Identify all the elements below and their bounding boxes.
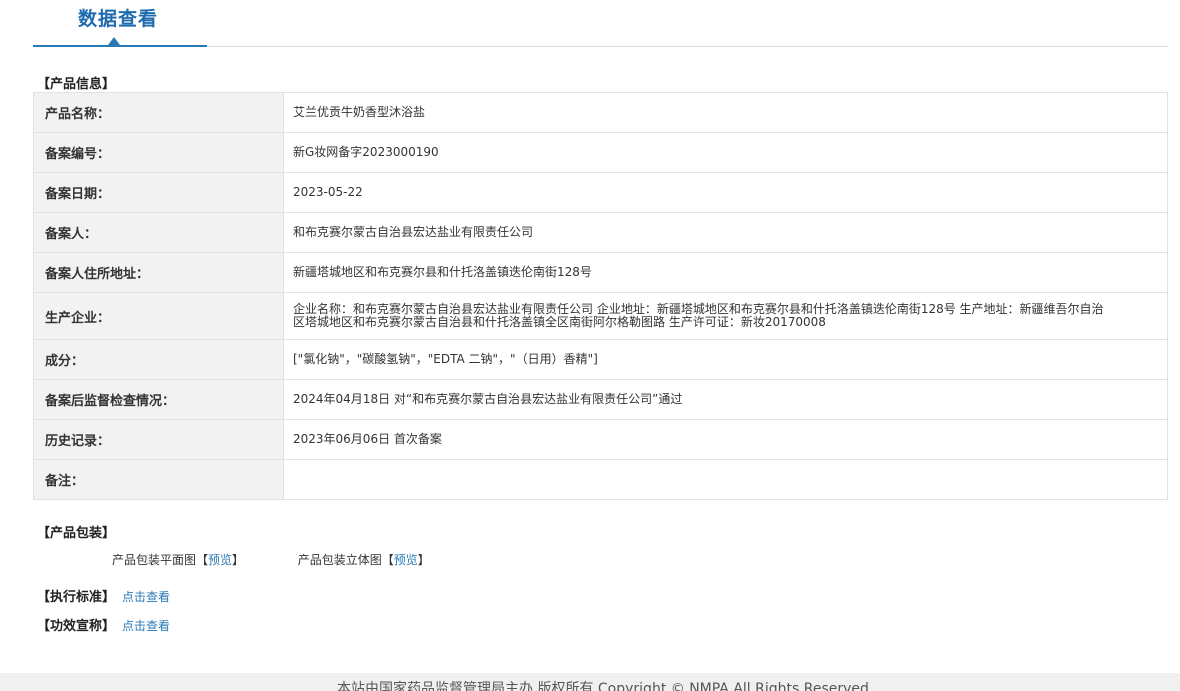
- tab-header: 数据查看: [33, 0, 1168, 47]
- row-value: 2023-05-22: [283, 172, 1168, 213]
- footer-copyright: 本站由国家药品监督管理局主办 版权所有 Copyright © NMPA All…: [337, 681, 869, 691]
- section-title-product-info: 【产品信息】: [37, 77, 116, 92]
- row-label: 备案日期：: [33, 172, 284, 213]
- row-value: [283, 459, 1168, 500]
- packaging-flat-preview-link[interactable]: 预览: [208, 551, 232, 568]
- packaging-flat-label: 产品包装平面图: [112, 553, 197, 567]
- row-label: 备案后监督检查情况：: [33, 379, 284, 420]
- tab-caret-icon: [108, 37, 120, 45]
- row-label: 备案编号：: [33, 132, 284, 173]
- row-value: 2023年06月06日 首次备案: [283, 419, 1168, 460]
- standard-row: 【执行标准】 点击查看: [37, 586, 170, 605]
- footer: 本站由国家药品监督管理局主办 版权所有 Copyright © NMPA All…: [0, 673, 1180, 691]
- table-row: 成分： ["氯化钠"，"碳酸氢钠"，"EDTA 二钠"，"（日用）香精"]: [33, 339, 1168, 380]
- bracket-open: 【: [381, 553, 394, 567]
- efficacy-view-link[interactable]: 点击查看: [122, 619, 170, 633]
- row-label: 备案人：: [33, 212, 284, 253]
- row-value: ["氯化钠"，"碳酸氢钠"，"EDTA 二钠"，"（日用）香精"]: [283, 339, 1168, 380]
- row-value: 企业名称：和布克赛尔蒙古自治县宏达盐业有限责任公司 企业地址：新疆塔城地区和布克…: [283, 292, 1168, 340]
- packaging-row: 产品包装平面图【预览】 产品包装立体图 【预览】: [112, 551, 430, 568]
- packaging-solid-preview-link[interactable]: 预览: [394, 551, 418, 568]
- row-value: 2024年04月18日 对“和布克赛尔蒙古自治县宏达盐业有限责任公司”通过: [283, 379, 1168, 420]
- efficacy-row: 【功效宣称】 点击查看: [37, 615, 170, 634]
- table-row: 生产企业： 企业名称：和布克赛尔蒙古自治县宏达盐业有限责任公司 企业地址：新疆塔…: [33, 292, 1168, 340]
- standard-view-link[interactable]: 点击查看: [122, 590, 170, 604]
- bracket-open: 【: [196, 553, 209, 567]
- table-row: 备案后监督检查情况： 2024年04月18日 对“和布克赛尔蒙古自治县宏达盐业有…: [33, 379, 1168, 420]
- section-title-standard: 【执行标准】: [37, 590, 116, 605]
- packaging-solid-label: 产品包装立体图: [297, 553, 382, 567]
- row-value: 新疆塔城地区和布克赛尔县和什托洛盖镇迭伦南街128号: [283, 252, 1168, 293]
- table-row: 备注：: [33, 459, 1168, 500]
- table-row: 备案编号： 新G妆网备字2023000190: [33, 132, 1168, 173]
- product-info-table: 产品名称： 艾兰优贡牛奶香型沐浴盐 备案编号： 新G妆网备字2023000190…: [33, 92, 1168, 500]
- table-row: 备案人住所地址： 新疆塔城地区和布克赛尔县和什托洛盖镇迭伦南街128号: [33, 252, 1168, 293]
- row-label: 历史记录：: [33, 419, 284, 460]
- row-label: 备案人住所地址：: [33, 252, 284, 293]
- section-title-packaging: 【产品包装】: [37, 526, 116, 541]
- tab-data-view[interactable]: 数据查看: [33, 0, 207, 47]
- table-row: 历史记录： 2023年06月06日 首次备案: [33, 419, 1168, 460]
- page-title: 数据查看: [78, 8, 159, 30]
- row-label: 产品名称：: [33, 92, 284, 133]
- row-value: 和布克赛尔蒙古自治县宏达盐业有限责任公司: [283, 212, 1168, 253]
- bracket-close: 】: [232, 553, 245, 567]
- row-label: 生产企业：: [33, 292, 284, 340]
- bracket-close: 】: [417, 553, 430, 567]
- row-value: 艾兰优贡牛奶香型沐浴盐: [283, 92, 1168, 133]
- row-value: 新G妆网备字2023000190: [283, 132, 1168, 173]
- row-label: 备注：: [33, 459, 284, 500]
- row-label: 成分：: [33, 339, 284, 380]
- table-row: 备案人： 和布克赛尔蒙古自治县宏达盐业有限责任公司: [33, 212, 1168, 253]
- section-title-efficacy: 【功效宣称】: [37, 619, 116, 634]
- table-row: 产品名称： 艾兰优贡牛奶香型沐浴盐: [33, 92, 1168, 133]
- table-row: 备案日期： 2023-05-22: [33, 172, 1168, 213]
